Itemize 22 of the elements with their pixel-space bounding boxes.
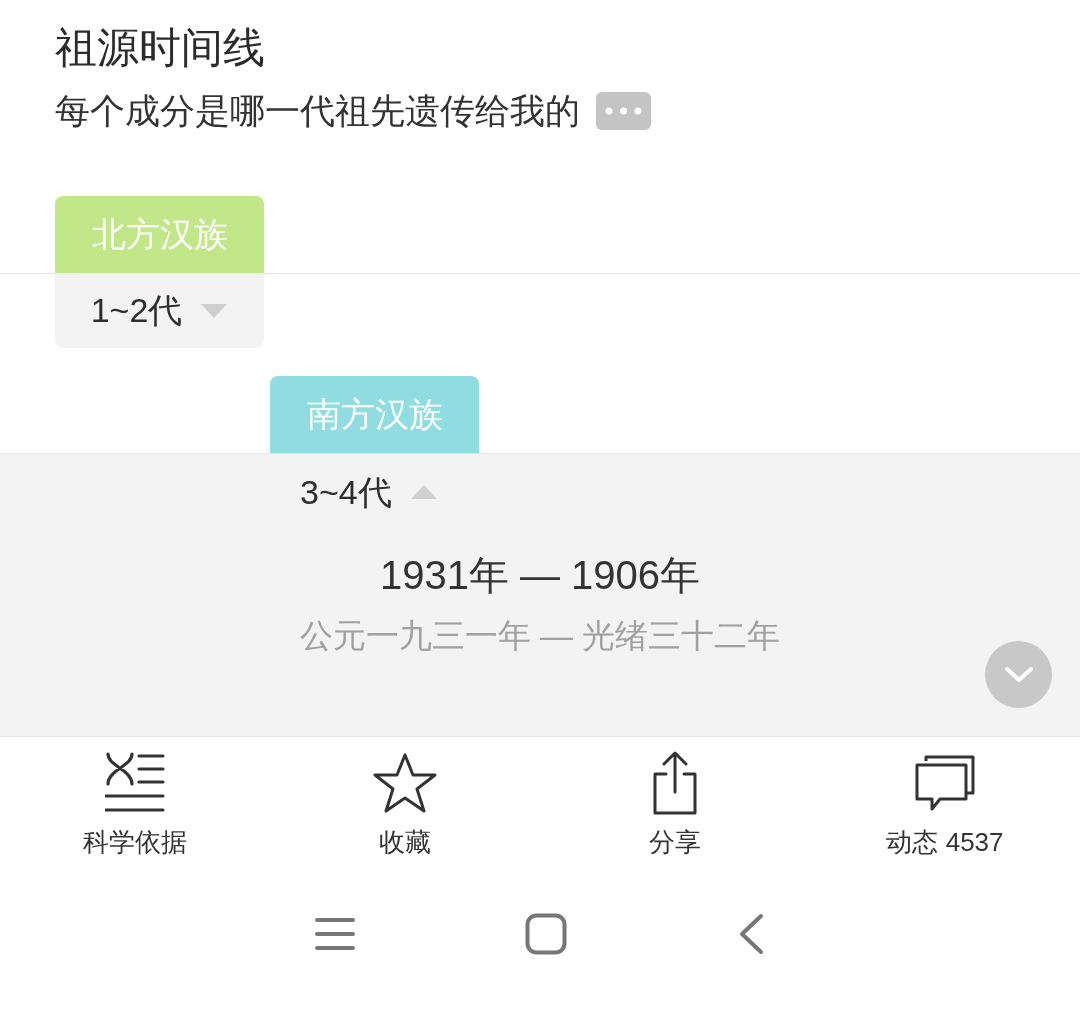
action-button[interactable]: 科学依据	[0, 737, 270, 862]
chevron-down-icon	[1003, 665, 1034, 684]
caret-icon	[409, 484, 438, 500]
era-range: 公元一九三一年 — 光绪三十二年	[298, 616, 782, 656]
subtitle: 每个成分是哪一代祖先遗传给我的	[55, 90, 580, 132]
comments-icon	[914, 753, 976, 813]
action-button[interactable]: 分享	[540, 737, 810, 862]
action-button[interactable]: 动态 4537	[810, 737, 1080, 862]
dna-list-icon	[105, 752, 165, 814]
generation-toggle[interactable]: 3~4代	[300, 454, 438, 530]
more-icon	[605, 107, 642, 115]
back-icon[interactable]	[737, 913, 765, 955]
caret-icon	[200, 302, 229, 319]
ancestry-tag: 北方汉族	[55, 196, 264, 273]
menu-icon[interactable]	[315, 917, 355, 951]
ancestry-tag: 南方汉族	[270, 376, 479, 453]
home-icon[interactable]	[525, 913, 567, 955]
star-icon	[372, 752, 438, 814]
action-button[interactable]: 收藏	[270, 737, 540, 862]
page-title: 祖源时间线	[55, 23, 266, 73]
year-range: 1931年 — 1906年	[378, 552, 702, 599]
generation-toggle[interactable]: 1~2代	[55, 273, 264, 348]
